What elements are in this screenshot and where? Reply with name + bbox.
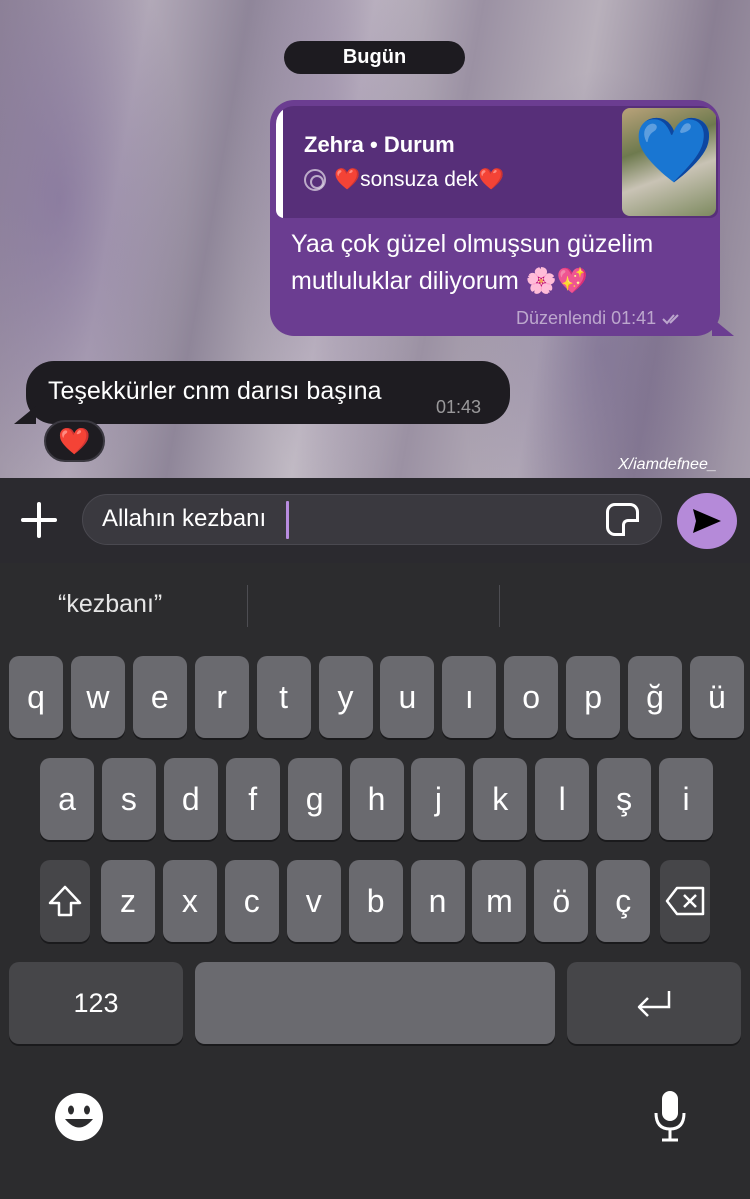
key-ş[interactable]: ş — [597, 758, 652, 840]
reply-text: ❤️sonsuza dek❤️ — [334, 168, 505, 191]
status-icon — [304, 169, 326, 191]
key-ü[interactable]: ü — [689, 656, 744, 738]
reply-accent-bar — [276, 106, 283, 218]
outgoing-message-text: Yaa çok güzel olmuşsun güzelim mutlulukl… — [291, 230, 654, 295]
incoming-message-text: Teşekkürler cnm darısı başına — [48, 377, 382, 405]
key-h[interactable]: h — [349, 758, 404, 840]
key-y[interactable]: y — [318, 656, 373, 738]
key-q[interactable]: q — [9, 656, 63, 738]
key-d[interactable]: d — [163, 758, 218, 840]
microphone-icon[interactable] — [652, 1089, 688, 1148]
double-check-icon — [662, 313, 679, 324]
reply-subtitle: ❤️sonsuza dek❤️ — [304, 168, 504, 192]
numbers-key[interactable]: 123 — [9, 962, 183, 1044]
key-u[interactable]: u — [380, 656, 435, 738]
key-f[interactable]: f — [225, 758, 280, 840]
key-n[interactable]: n — [410, 860, 465, 942]
key-k[interactable]: k — [473, 758, 528, 840]
date-separator: Bugün — [284, 41, 465, 74]
space-key[interactable] — [195, 962, 555, 1044]
send-button[interactable] — [677, 493, 737, 549]
heart-reaction[interactable]: ❤️ — [44, 420, 105, 462]
key-c[interactable]: c — [224, 860, 279, 942]
key-s[interactable]: s — [101, 758, 156, 840]
key-x[interactable]: x — [162, 860, 217, 942]
blue-heart-icon: 💙 — [634, 114, 714, 186]
key-a[interactable]: a — [40, 758, 94, 840]
emoji-icon[interactable] — [54, 1092, 104, 1147]
key-m[interactable]: m — [472, 860, 527, 942]
backspace-key[interactable] — [660, 860, 710, 942]
key-o[interactable]: o — [504, 656, 559, 738]
key-v[interactable]: v — [286, 860, 341, 942]
incoming-message-time: 01:43 — [436, 397, 482, 417]
key-j[interactable]: j — [411, 758, 466, 840]
status-thumbnail[interactable]: 💙 — [622, 108, 716, 216]
edited-time-label: Düzenlendi 01:41 — [516, 308, 657, 328]
outgoing-message-meta: Düzenlendi 01:41 — [516, 308, 686, 329]
key-r[interactable]: r — [194, 656, 249, 738]
return-icon — [637, 991, 671, 1017]
key-l[interactable]: l — [535, 758, 590, 840]
key-ğ[interactable]: ğ — [628, 656, 682, 738]
send-icon — [693, 509, 721, 533]
quoted-status-reply[interactable]: Zehra • Durum ❤️sonsuza dek❤️ 💙 — [276, 106, 718, 218]
key-z[interactable]: z — [101, 860, 155, 942]
key-ö[interactable]: ö — [534, 860, 589, 942]
key-i[interactable]: i — [659, 758, 713, 840]
key-e[interactable]: e — [132, 656, 187, 738]
key-t[interactable]: t — [256, 656, 311, 738]
text-caret — [286, 501, 289, 539]
shift-key[interactable] — [40, 860, 90, 942]
backspace-icon — [665, 886, 705, 916]
suggestion-divider — [247, 585, 248, 627]
return-key[interactable] — [567, 962, 741, 1044]
shift-icon — [48, 885, 82, 917]
key-g[interactable]: g — [287, 758, 342, 840]
suggestion-divider — [499, 585, 500, 627]
watermark: X/iamdefnee_ — [618, 456, 717, 473]
message-input-text: Allahın kezbanı — [102, 505, 267, 532]
suggestion-1[interactable]: “kezbanı” — [58, 590, 162, 619]
key-ç[interactable]: ç — [596, 860, 651, 942]
plus-icon[interactable] — [18, 499, 60, 541]
reply-title: Zehra • Durum — [304, 132, 455, 157]
sticker-icon[interactable] — [606, 503, 639, 536]
key-p[interactable]: p — [566, 656, 621, 738]
key-ı[interactable]: ı — [442, 656, 497, 738]
key-w[interactable]: w — [70, 656, 125, 738]
key-b[interactable]: b — [348, 860, 403, 942]
